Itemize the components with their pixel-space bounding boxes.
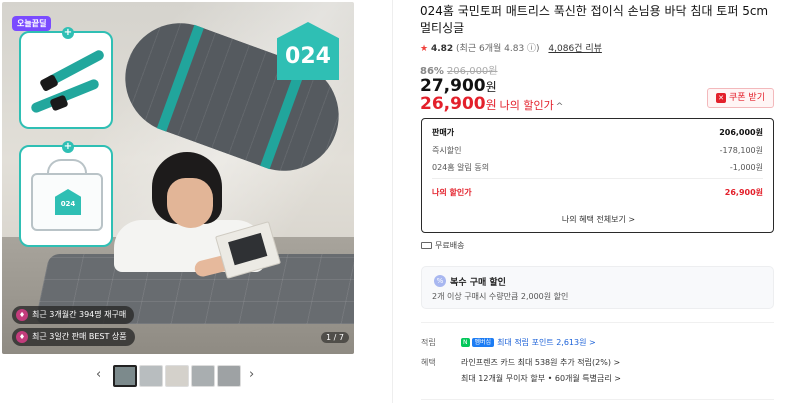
benefit-label: 혜택 <box>421 358 436 367</box>
coupon-label: 쿠폰 받기 <box>729 93 765 103</box>
product-main-image[interactable]: 024 오늘끝딜 + + 024 ♦ 최근 3개월간 394명 재구매 ♦ 최근 3… <box>2 2 354 354</box>
today-deal-badge: 오늘끝딜 <box>12 16 52 31</box>
thumbnail[interactable] <box>113 365 137 387</box>
product-gallery: 024 오늘끝딜 + + 024 ♦ 최근 3개월간 394명 재구매 ♦ 최근 3… <box>0 0 390 403</box>
multi-buy-desc: 2개 이상 구매시 수량만큼 2,000원 할인 <box>432 292 569 301</box>
thumbnail-strip: ‹ › <box>96 363 266 389</box>
rating-recent[interactable]: (최근 6개월 4.83 ⓘ) <box>456 44 540 54</box>
thumbnail[interactable] <box>191 365 215 387</box>
all-benefits-link[interactable]: 나의 혜택 전체보기 > <box>422 214 775 225</box>
percent-icon: % <box>434 275 446 287</box>
repurchase-overlay: ♦ 최근 3개월간 394명 재구매 <box>12 306 135 324</box>
breakdown-label: 즉시할인 <box>432 146 462 155</box>
multi-buy-title: 복수 구매 할인 <box>450 278 506 288</box>
best-seller-overlay: ♦ 최근 3일간 판매 BEST 상품 <box>12 328 135 346</box>
plus-icon: + <box>62 27 74 39</box>
product-title: 024홈 국민토퍼 매트리스 푹신한 접이식 손님용 바닥 침대 토퍼 5cm … <box>420 4 769 35</box>
point-value-wrap[interactable]: N 멤버십 최대 적립 포인트 2,613원 > <box>461 337 596 348</box>
my-price-row[interactable]: 26,900원 나의 할인가 ^ <box>420 94 563 114</box>
bag-logo: 024 <box>55 189 81 215</box>
price-unit: 원 <box>485 80 497 94</box>
chevron-left-icon[interactable]: ‹ <box>96 367 101 383</box>
coupon-icon: ✕ <box>716 92 726 103</box>
roll-strap <box>156 24 204 132</box>
thumbnail[interactable] <box>217 365 241 387</box>
divider <box>432 178 763 179</box>
column-divider <box>392 0 393 403</box>
bag-illustration: 024 <box>31 173 103 231</box>
multi-buy-box: % 복수 구매 할인 2개 이상 구매시 수량만큼 2,000원 할인 <box>421 266 774 309</box>
divider <box>421 322 774 323</box>
my-price-unit: 원 <box>485 98 497 112</box>
shipping-row: 무료배송 <box>421 240 464 251</box>
divider <box>421 399 774 400</box>
price-row: 27,900원 <box>420 76 497 96</box>
installment-link[interactable]: 최대 12개월 무이자 할부 • 60개월 특별금리 > <box>461 373 621 384</box>
plus-icon: + <box>62 141 74 153</box>
inset-strap-card: + <box>19 27 113 129</box>
chevron-right-icon[interactable]: › <box>249 367 254 383</box>
breakdown-value: -178,100원 <box>719 146 763 155</box>
npay-icon: N <box>461 338 470 347</box>
my-price-label: 나의 할인가 <box>499 99 554 112</box>
reviews-link[interactable]: 4,086건 리뷰 <box>548 44 601 54</box>
rating-score: 4.82 <box>430 44 454 54</box>
person-face-illustration <box>167 178 213 228</box>
inset-bag-card: + 024 <box>19 141 113 247</box>
card-benefit-link[interactable]: 라인프렌즈 카드 최대 538원 추가 적립(2%) > <box>461 357 620 368</box>
point-value: 최대 적립 포인트 2,613원 > <box>497 338 596 347</box>
best-seller-text: 최근 3일간 판매 BEST 상품 <box>32 332 127 341</box>
image-counter: 1 / 7 <box>321 332 349 343</box>
discount-row: 86% 206,000원 <box>420 62 498 77</box>
truck-icon <box>421 242 432 249</box>
price-breakdown: 판매가 206,000원 즉시할인 -178,100원 024홈 알림 동의 -… <box>421 118 774 233</box>
membership-badge: 멤버십 <box>471 338 495 347</box>
rating-row: ★ 4.82 (최근 6개월 4.83 ⓘ) 4,086건 리뷰 <box>420 41 602 54</box>
shipping-label: 무료배송 <box>435 241 465 250</box>
breakdown-value: -1,000원 <box>729 163 763 172</box>
trophy-icon: ♦ <box>16 330 28 343</box>
my-price: 26,900 <box>420 94 486 114</box>
breakdown-label: 024홈 알림 동의 <box>432 163 490 172</box>
thumbnail[interactable] <box>139 365 163 387</box>
repurchase-icon: ♦ <box>16 308 28 321</box>
breakdown-value: 26,900원 <box>724 188 763 197</box>
sale-price: 27,900 <box>420 76 486 96</box>
thumbnail[interactable] <box>165 365 189 387</box>
star-icon: ★ <box>420 44 429 54</box>
caret-up-icon[interactable]: ^ <box>556 102 564 112</box>
breakdown-value: 206,000원 <box>719 128 763 137</box>
breakdown-label: 판매가 <box>432 128 455 137</box>
coupon-button[interactable]: ✕ 쿠폰 받기 <box>707 88 774 108</box>
repurchase-text: 최근 3개월간 394명 재구매 <box>32 310 127 319</box>
breakdown-label: 나의 할인가 <box>432 188 472 197</box>
point-label: 적립 <box>421 338 436 347</box>
